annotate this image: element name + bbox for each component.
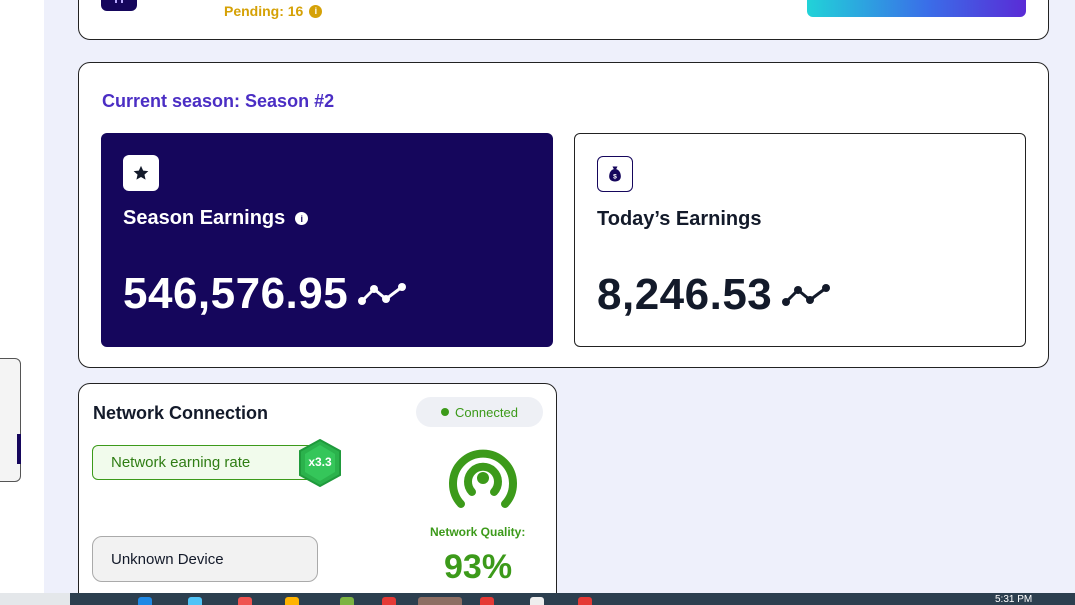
taskbar-app-icon[interactable]: [578, 597, 592, 605]
signal-icon: [449, 449, 517, 508]
money-bag-icon: $: [597, 156, 633, 192]
today-earnings-amount: 8,246.53: [597, 270, 773, 319]
device-field[interactable]: Unknown Device: [92, 536, 318, 582]
side-panel-accent: [17, 434, 21, 464]
referral-card: Pending: 16 i: [78, 0, 1049, 40]
pending-status: Pending: 16 i: [224, 3, 323, 19]
today-earnings-label-text: Today’s Earnings: [597, 208, 762, 230]
copy-button[interactable]: [807, 0, 1026, 17]
taskbar-app-icon[interactable]: [418, 597, 462, 605]
taskbar-app-icon[interactable]: [138, 597, 152, 605]
today-earnings-card: $ Today’s Earnings 8,246.53: [574, 133, 1026, 347]
svg-text:$: $: [613, 174, 617, 181]
referral-icon: [101, 0, 137, 11]
season-earnings-label-text: Season Earnings: [123, 207, 286, 229]
pending-text: Pending: 16: [224, 3, 304, 19]
season-earnings-amount: 546,576.95: [123, 269, 349, 318]
season-earnings-value: 546,576.95: [123, 269, 408, 319]
season-earnings-label: Season Earnings i: [123, 207, 309, 230]
taskbar-search[interactable]: [0, 593, 70, 605]
network-token-icon: [358, 283, 407, 305]
side-panel[interactable]: [0, 358, 21, 482]
connection-status-badge: Connected: [416, 397, 543, 427]
info-icon[interactable]: i: [309, 4, 323, 18]
today-earnings-label: Today’s Earnings: [597, 208, 761, 231]
multiplier-value: x3.3: [308, 455, 332, 469]
taskbar-app-icon[interactable]: [238, 597, 252, 605]
today-earnings-value: 8,246.53: [597, 270, 832, 320]
info-icon[interactable]: i: [295, 212, 309, 225]
taskbar: 5:31 PM: [0, 593, 1075, 605]
taskbar-app-icon[interactable]: [188, 597, 202, 605]
network-title: Network Connection: [93, 403, 269, 423]
taskbar-app-icon[interactable]: [480, 597, 494, 605]
taskbar-app-icon[interactable]: [285, 597, 299, 605]
network-quality-value: 93%: [444, 548, 513, 586]
taskbar-app-icon[interactable]: [530, 597, 544, 605]
network-connection-card: Network Connection Connected Network ear…: [78, 383, 557, 605]
status-dot-icon: [441, 408, 450, 416]
earning-rate-pill: Network earning rate: [92, 445, 320, 480]
device-name: Unknown Device: [111, 550, 224, 568]
multiplier-badge: x3.3: [298, 438, 342, 488]
network-quality-label: Network Quality:: [430, 525, 526, 539]
connection-status-text: Connected: [455, 404, 518, 420]
left-strip: [0, 0, 44, 593]
season-card: Current season: Season #2 Season Earning…: [78, 62, 1049, 368]
taskbar-app-icon[interactable]: [382, 597, 396, 605]
season-earnings-card: Season Earnings i 546,576.95: [101, 133, 553, 347]
network-token-icon: [782, 284, 831, 306]
taskbar-clock[interactable]: 5:31 PM: [995, 594, 1032, 605]
star-icon: [123, 155, 159, 191]
taskbar-app-icon[interactable]: [340, 597, 354, 605]
season-title: Current season: Season #2: [102, 91, 335, 111]
page: Pending: 16 i Current season: Season #2 …: [0, 0, 1075, 605]
earning-rate-label: Network earning rate: [111, 454, 251, 471]
